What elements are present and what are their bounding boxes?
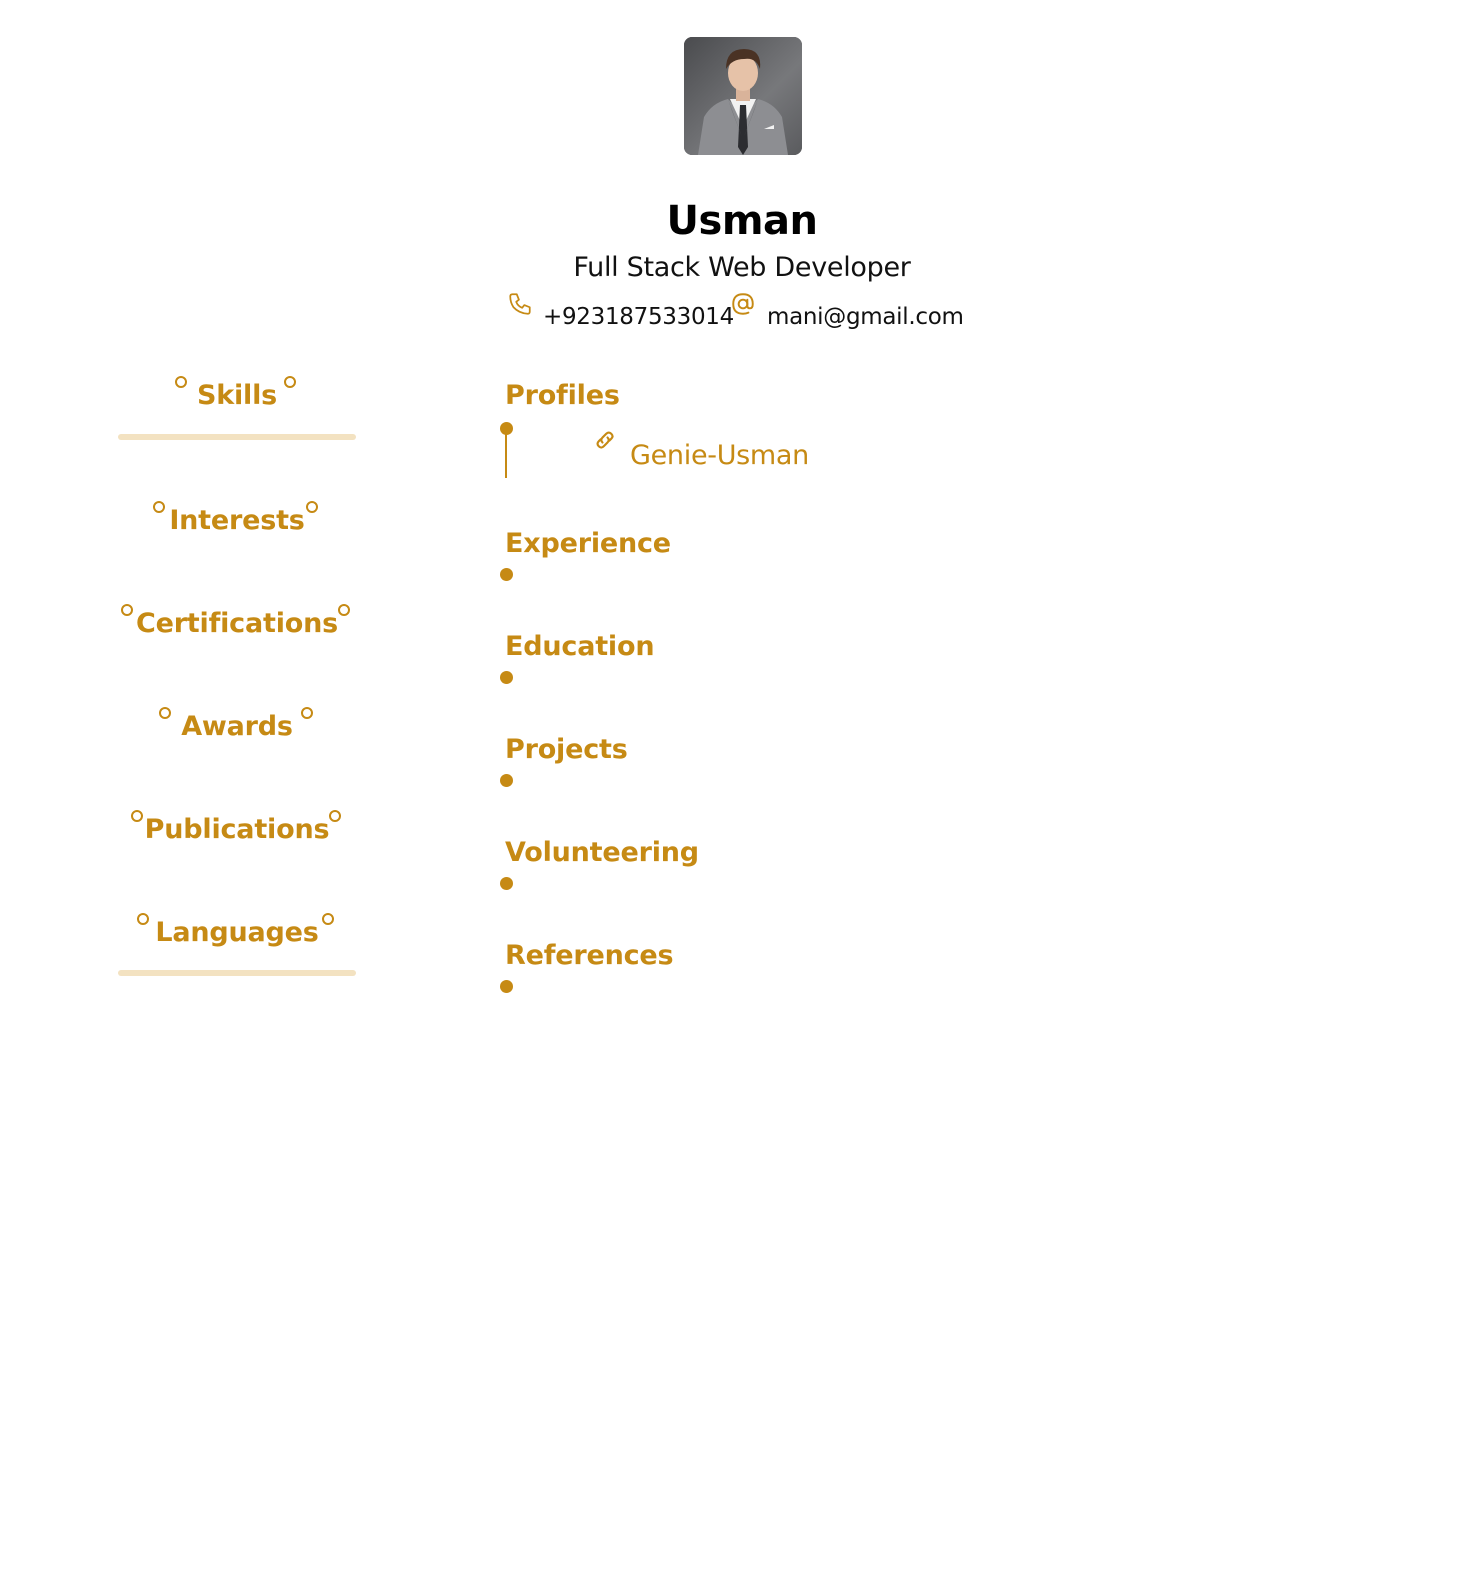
ornament-ring-icon xyxy=(175,376,187,388)
timeline-dot xyxy=(500,980,513,993)
section-heading-volunteering: Volunteering xyxy=(505,837,699,868)
timeline-dot xyxy=(500,774,513,787)
ornament-ring-icon xyxy=(322,913,334,925)
ornament-ring-icon xyxy=(159,707,171,719)
section-divider xyxy=(118,970,356,976)
section-heading-education: Education xyxy=(505,631,655,662)
section-heading-languages: Languages xyxy=(155,917,319,948)
candidate-name: Usman xyxy=(666,198,818,244)
section-heading-certifications: Certifications xyxy=(135,608,339,639)
section-heading-awards: Awards xyxy=(181,711,293,742)
timeline-dot xyxy=(500,568,513,581)
ornament-ring-icon xyxy=(338,604,350,616)
ornament-ring-icon xyxy=(284,376,296,388)
timeline-dot xyxy=(500,671,513,684)
link-icon xyxy=(596,431,614,449)
section-heading-profiles: Profiles xyxy=(505,380,620,411)
phone-icon xyxy=(509,293,531,315)
timeline-line xyxy=(505,428,507,478)
section-heading-experience: Experience xyxy=(505,528,671,559)
candidate-headline: Full Stack Web Developer xyxy=(573,252,911,283)
resume-page: Usman Full Stack Web Developer +92318753… xyxy=(0,0,1484,1584)
ornament-ring-icon xyxy=(301,707,313,719)
section-heading-skills: Skills xyxy=(196,380,278,411)
profile-photo xyxy=(684,37,802,155)
ornament-ring-icon xyxy=(153,501,165,513)
at-icon xyxy=(732,293,754,315)
ornament-ring-icon xyxy=(329,810,341,822)
ornament-ring-icon xyxy=(137,913,149,925)
profile-link-username[interactable]: Genie-Usman xyxy=(630,440,809,471)
email-address[interactable]: mani@gmail.com xyxy=(767,304,964,330)
ornament-ring-icon xyxy=(306,501,318,513)
timeline-dot xyxy=(500,877,513,890)
phone-number[interactable]: +923187533014 xyxy=(543,304,734,330)
section-divider xyxy=(118,434,356,440)
section-heading-projects: Projects xyxy=(505,734,628,765)
ornament-ring-icon xyxy=(131,810,143,822)
section-heading-publications: Publications xyxy=(144,814,330,845)
ornament-ring-icon xyxy=(121,604,133,616)
section-heading-references: References xyxy=(505,940,674,971)
